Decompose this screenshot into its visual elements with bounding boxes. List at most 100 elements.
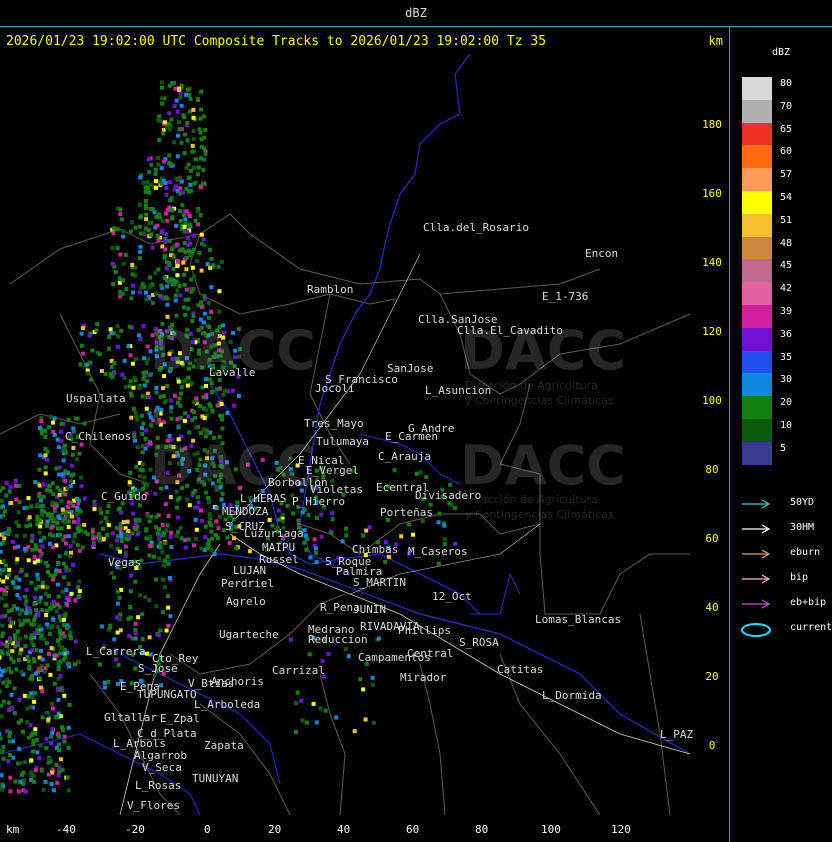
echo-cell [16,789,21,794]
echo-cell [209,309,214,314]
echo-cell [346,654,351,659]
echo-cell [55,686,60,691]
echo-cell [40,715,45,720]
echo-cell [52,505,57,510]
echo-cell [69,473,74,478]
echo-cell [145,379,150,384]
echo-cell [169,409,173,414]
echo-cell [165,218,170,223]
echo-cell [114,657,119,662]
echo-cell [163,541,168,545]
echo-cell [189,253,193,258]
echo-cell [59,526,64,531]
echo-cell [169,416,174,421]
echo-cell [161,386,165,391]
echo-cell [155,405,160,410]
echo-cell [234,546,239,551]
echo-cell [144,361,149,365]
echo-cell [0,787,5,792]
echo-cell [121,261,126,266]
echo-cell [72,519,76,524]
echo-cell [96,534,101,539]
echo-cell [99,520,104,525]
echo-cell [3,592,8,597]
echo-cell [42,535,47,540]
echo-cell [17,612,22,617]
echo-cell [174,313,179,318]
echo-cell [194,536,198,541]
echo-cell [22,547,27,551]
echo-cell [119,510,124,515]
echo-cell [300,510,305,515]
x-tick: 120 [611,823,631,836]
echo-cell [178,209,182,213]
echo-cell [163,558,167,563]
window-title: dBZ [405,6,427,20]
echo-cell [128,353,133,358]
echo-cell [326,652,331,656]
echo-cell [172,140,177,145]
echo-cell [40,504,45,508]
echo-cell [26,618,31,623]
echo-cell [74,457,79,462]
legend-swatch-label: 54 [780,192,793,203]
echo-cell [67,662,72,666]
echo-cell [90,348,95,353]
echo-cell [203,524,208,529]
echo-cell [45,513,50,518]
echo-cell [45,608,49,613]
echo-cell [56,562,61,567]
place-label: S_ROSA [459,636,499,649]
place-label: C_Arauja [378,450,431,463]
echo-cell [12,686,17,691]
watermark-line1b: Dirección de Agricultura [465,493,598,506]
echo-cell [178,95,183,100]
echo-cell [166,121,171,126]
echo-cell [185,383,190,388]
echo-cell [115,601,120,606]
track-legend-label: 50YD [790,497,815,508]
echo-cell [12,604,16,609]
echo-cell [121,278,126,283]
track-arrow-icon [742,524,771,534]
echo-cell [130,220,134,225]
echo-cell [194,396,199,401]
echo-cell [26,694,31,699]
place-label: MAIPU [262,541,296,554]
track-arrow-icon [742,499,771,509]
echo-cell [195,209,200,214]
echo-cell [293,729,298,734]
place-label: Violetas [310,483,363,496]
place-label: S_Jose [138,662,178,675]
echo-cell [201,237,206,242]
echo-cell [146,228,151,233]
echo-cell [50,701,54,706]
echo-cell [57,554,62,559]
echo-cell [277,517,282,522]
echo-cell [176,259,181,263]
echo-cell [0,614,5,619]
place-label: Lavalle [209,366,256,379]
echo-cell [106,346,111,351]
echo-cell [44,746,49,751]
echo-cell [164,186,169,190]
echo-cell [119,328,124,333]
echo-cell [58,757,63,762]
echo-cell [171,267,176,271]
echo-cell [175,417,180,421]
place-label: Agrelo [226,595,266,608]
echo-cell [173,393,177,398]
echo-cell [26,558,31,563]
echo-cell [132,434,137,439]
place-label: Clla.El_Cavadito [457,324,563,337]
radar-map[interactable]: DACC DACC DACC DACC Dirección de Agricul… [0,53,695,816]
echo-cell [43,471,48,476]
echo-cell [145,483,150,488]
echo-cell [59,421,64,426]
echo-cell [0,623,5,628]
echo-cell [217,289,222,294]
track-legend-item: current [740,622,832,637]
place-label: Porteñas [380,506,433,519]
track-arrow-icon [742,549,771,559]
echo-cell [199,508,203,513]
